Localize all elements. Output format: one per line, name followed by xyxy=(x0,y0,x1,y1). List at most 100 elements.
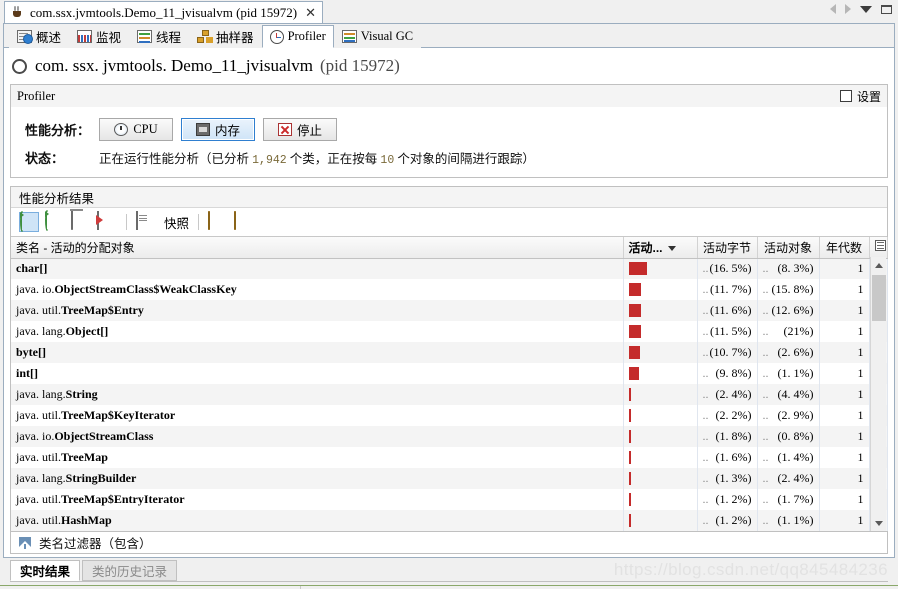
load-folder-glyph-icon xyxy=(208,211,211,230)
table-row[interactable]: java. io.ObjectStreamClass$WeakClassKey.… xyxy=(11,279,888,300)
close-icon[interactable]: ✕ xyxy=(305,6,316,19)
table-row[interactable]: byte[] .. (10. 7%).. (2. 6%) 1 xyxy=(11,342,888,363)
cell-class-name: java. util.TreeMap$Entry xyxy=(11,300,624,321)
cell-live-bytes-bar xyxy=(623,258,698,279)
cell-live-bytes-bar xyxy=(623,468,698,489)
table-body: char[].. (16. 5%).. (8. 3%) 1 java. io.Objec… xyxy=(11,258,888,531)
column-chooser-button[interactable] xyxy=(869,237,888,259)
table-row[interactable]: java. lang.String .. (2. 4%).. (4. 4%) 1 xyxy=(11,384,888,405)
memory-icon xyxy=(195,122,210,136)
table-row[interactable]: java. io.ObjectStreamClass .. (1. 8%).. (0.… xyxy=(11,426,888,447)
table-row[interactable]: java. lang.StringBuilder .. (1. 3%).. (2. 4… xyxy=(11,468,888,489)
watermark: https://blog.csdn.net/qq845484236 xyxy=(613,560,888,579)
cell-generations: 1 xyxy=(819,342,870,363)
snapshot-label[interactable]: 快照 xyxy=(164,213,189,232)
scrollbar-thumb[interactable] xyxy=(872,275,886,321)
table-row[interactable]: java. util.TreeMap$Entry .. (11. 6%).. (12.… xyxy=(11,300,888,321)
export-icon[interactable] xyxy=(97,211,117,232)
checkbox-box-icon[interactable] xyxy=(839,90,852,102)
cell-live-bytes-bar xyxy=(623,510,698,531)
save-snapshot-icon[interactable] xyxy=(234,211,254,232)
cell-class-name: char[] xyxy=(11,258,624,279)
table-row[interactable]: java. lang.Object[] .. (11. 5%).. (21%) 1 xyxy=(11,321,888,342)
class-name-filter[interactable]: 类名过滤器（包含） xyxy=(10,532,888,554)
tab-overview-label: 概述 xyxy=(36,31,62,45)
profiling-row: 性能分析： CPU 内存 停止 xyxy=(11,115,887,143)
snapshot-icon[interactable] xyxy=(136,211,156,232)
cpu-button[interactable]: CPU xyxy=(99,117,173,141)
reset-collected-results-icon[interactable] xyxy=(71,211,91,232)
tab-sampler-label: 抽样器 xyxy=(216,31,254,45)
status-prefix: 正在运行性能分析（已分析 xyxy=(99,151,253,166)
tab-threads[interactable]: 线程 xyxy=(129,25,190,48)
cell-class-name: int[] xyxy=(11,363,624,384)
scroll-left-icon[interactable] xyxy=(830,4,836,14)
scroll-right-icon[interactable] xyxy=(845,4,851,14)
refresh-glyph-icon xyxy=(20,211,24,232)
load-snapshot-icon[interactable] xyxy=(208,211,228,232)
col-live-objects[interactable]: 活动对象 xyxy=(757,237,820,259)
status-label: 状态： xyxy=(25,150,65,166)
stop-button-label: 停止 xyxy=(296,123,322,138)
tab-visual-gc[interactable]: Visual GC xyxy=(333,25,422,48)
memory-button[interactable]: 内存 xyxy=(181,117,255,141)
tab-class-history[interactable]: 类的历史记录 xyxy=(82,560,178,581)
profiling-label: 性能分析： xyxy=(25,122,91,138)
cell-live-objects: .. (21%) xyxy=(757,321,820,342)
scroll-up-icon[interactable] xyxy=(871,257,887,273)
scroll-down-icon[interactable] xyxy=(871,515,887,531)
stop-button[interactable]: 停止 xyxy=(263,117,337,141)
table-header-row: 类名 - 活动的分配对象 活动... 活动字节 活动对象 年代数 xyxy=(11,237,888,259)
auto-refresh-icon[interactable] xyxy=(45,210,65,232)
tab-live-results[interactable]: 实时结果 xyxy=(10,560,81,581)
window-tab-demo[interactable]: com.ssx.jvmtools.Demo_11_jvisualvm (pid … xyxy=(4,1,323,24)
toolbar-separator xyxy=(126,214,127,230)
tab-monitor[interactable]: 监视 xyxy=(69,25,130,48)
profiler-icon xyxy=(269,29,284,44)
filter-funnel-icon[interactable] xyxy=(19,536,32,549)
status-class-count: 1,942 xyxy=(252,153,287,167)
tab-profiler-label: Profiler xyxy=(287,29,326,43)
col-live-bytes-bar[interactable]: 活动... xyxy=(623,237,698,259)
table-vertical-scrollbar[interactable] xyxy=(870,257,886,531)
cell-class-name: java. io.ObjectStreamClass$WeakClassKey xyxy=(11,279,624,300)
table-row[interactable]: java. util.TreeMap$KeyIterator .. (2. 2%).… xyxy=(11,405,888,426)
col-generations[interactable]: 年代数 xyxy=(819,237,870,259)
table-row[interactable]: java. util.TreeMap .. (1. 6%).. (1. 4%) 1 xyxy=(11,447,888,468)
status-interval: 10 xyxy=(380,153,395,167)
visual-gc-icon xyxy=(341,30,357,43)
col-class-name[interactable]: 类名 - 活动的分配对象 xyxy=(11,237,624,259)
table-row[interactable]: java. util.TreeMap$EntryIterator .. (1. 2%… xyxy=(11,489,888,510)
results-table-area: 类名 - 活动的分配对象 活动... 活动字节 活动对象 年代数 char[] … xyxy=(11,236,888,531)
cell-live-bytes: .. (11. 5%) xyxy=(697,321,758,342)
cell-generations: 1 xyxy=(819,258,870,279)
cell-generations: 1 xyxy=(819,489,870,510)
allocations-table: 类名 - 活动的分配对象 活动... 活动字节 活动对象 年代数 char[] … xyxy=(11,237,888,531)
cell-live-objects: .. (1. 1%) xyxy=(757,510,820,531)
cell-class-name: java. io.ObjectStreamClass xyxy=(11,426,624,447)
tab-overview[interactable]: 概述 xyxy=(9,25,70,48)
cell-live-bytes: .. (9. 8%) xyxy=(697,363,758,384)
settings-checkbox[interactable]: 设置 xyxy=(839,88,881,105)
application-icon xyxy=(12,58,27,74)
tab-sampler[interactable]: 抽样器 xyxy=(189,25,262,48)
maximize-icon[interactable] xyxy=(881,4,892,14)
tab-profiler[interactable]: Profiler xyxy=(261,25,334,48)
cell-class-name: java. util.TreeMap$KeyIterator xyxy=(11,405,624,426)
cell-live-objects: .. (2. 6%) xyxy=(757,342,820,363)
table-row[interactable]: java. util.HashMap .. (1. 2%).. (1. 1%) 1 xyxy=(11,510,888,531)
cell-class-name: java. util.HashMap xyxy=(11,510,624,531)
cell-live-bytes: .. (1. 3%) xyxy=(697,468,758,489)
cell-live-bytes: .. (1. 2%) xyxy=(697,489,758,510)
cell-generations: 1 xyxy=(819,426,870,447)
table-row[interactable]: char[] .. (16. 5%).. (8. 3%) 1 xyxy=(11,258,888,279)
cell-live-objects: .. (1. 7%) xyxy=(757,489,820,510)
tab-threads-label: 线程 xyxy=(156,31,182,45)
table-row[interactable]: int[] .. (9. 8%).. (1. 1%) 1 xyxy=(11,363,888,384)
refresh-results-icon[interactable] xyxy=(19,211,39,232)
col-live-bytes[interactable]: 活动字节 xyxy=(697,237,758,259)
cell-live-objects: .. (1. 4%) xyxy=(757,447,820,468)
chevron-down-icon[interactable] xyxy=(860,5,872,13)
cell-live-bytes-bar xyxy=(623,342,698,363)
status-row: 状态： 正在运行性能分析（已分析 1,942 个类，正在按每 10 个对象的间隔… xyxy=(11,143,887,171)
